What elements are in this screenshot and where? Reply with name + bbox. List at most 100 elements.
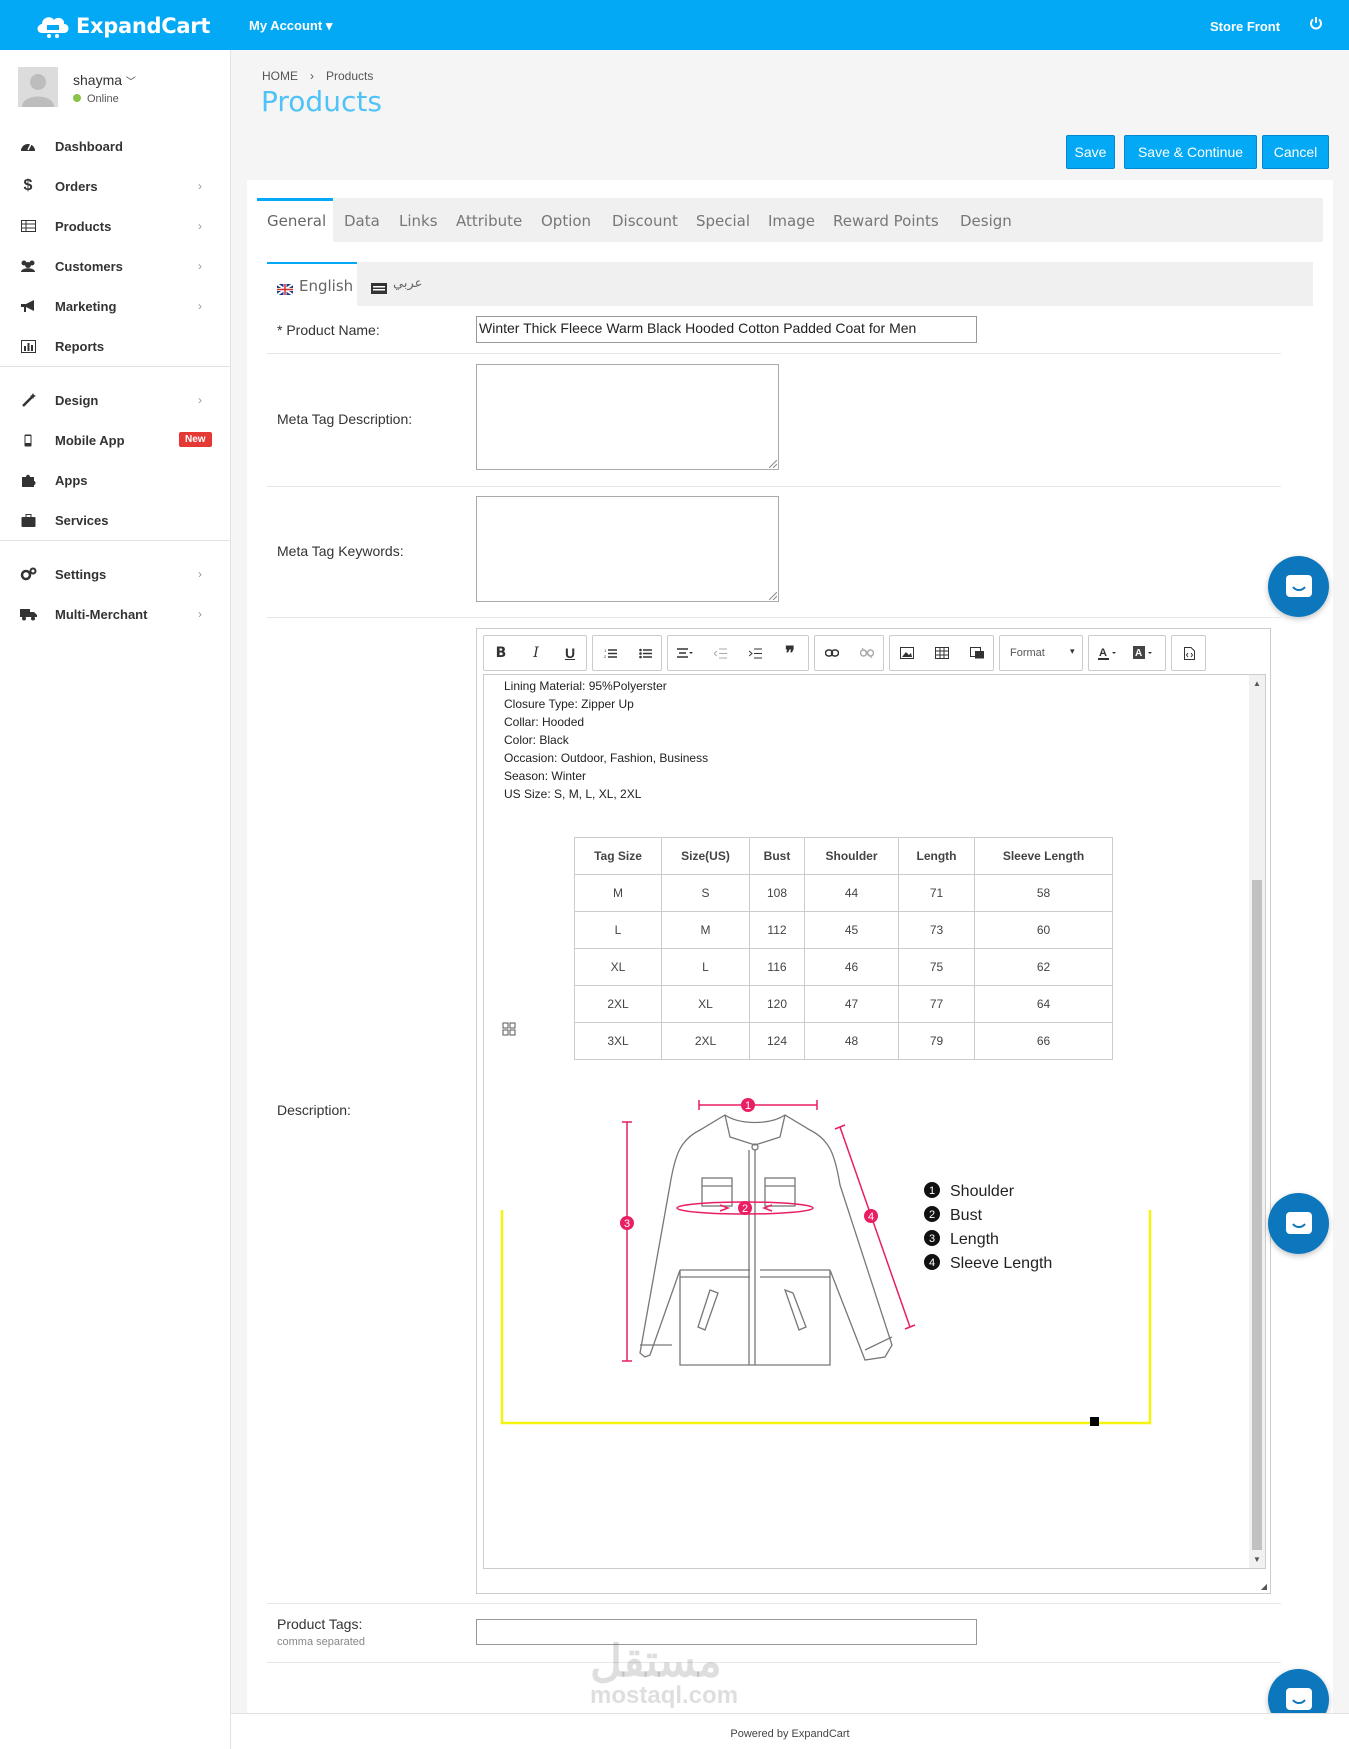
table-cell: 112	[749, 911, 805, 949]
table-insert-icon[interactable]	[925, 636, 959, 670]
svg-text:3: 3	[624, 1218, 630, 1230]
sidebar-item-products[interactable]: Products ›	[0, 206, 230, 246]
link-icon[interactable]	[815, 636, 849, 670]
svg-text:A: A	[1135, 648, 1142, 659]
uk-flag-icon	[276, 281, 294, 296]
format-dropdown-label: Format	[1010, 647, 1045, 659]
user-status: Online	[73, 93, 119, 105]
svg-text:2: 2	[742, 1203, 748, 1215]
page-title: Products	[261, 85, 382, 118]
chat-button[interactable]	[1268, 1193, 1329, 1254]
source-code-icon[interactable]	[1172, 636, 1206, 670]
store-front-link[interactable]: Store Front	[1210, 19, 1280, 34]
logo[interactable]: ExpandCart	[34, 11, 210, 41]
svg-text:1: 1	[745, 1100, 751, 1112]
underline-icon[interactable]: U	[553, 636, 587, 670]
table-cell: 73	[898, 911, 975, 949]
footer: Powered by ExpandCart	[231, 1713, 1349, 1749]
watermark-arabic: مستقل	[590, 1637, 722, 1686]
table-cell: M	[661, 911, 750, 949]
tab-arabic[interactable]: عربي	[371, 262, 422, 306]
indent-icon[interactable]	[738, 636, 772, 670]
sidebar-item-apps[interactable]: Apps	[0, 460, 230, 500]
chat-button[interactable]	[1268, 556, 1329, 617]
background-color-icon[interactable]: A	[1127, 636, 1161, 670]
product-name-input[interactable]: Winter Thick Fleece Warm Black Hooded Co…	[476, 316, 977, 343]
tab-data[interactable]: Data	[344, 198, 380, 242]
breadcrumb: HOME › Products	[262, 69, 373, 83]
italic-icon[interactable]: I	[519, 636, 553, 670]
power-icon[interactable]	[1309, 16, 1323, 35]
sidebar-item-multi-merchant[interactable]: Multi-Merchant ›	[0, 594, 230, 634]
outdent-icon[interactable]	[703, 636, 737, 670]
tab-image[interactable]: Image	[768, 198, 815, 242]
svg-text:A: A	[1099, 647, 1107, 659]
table-cell: 120	[749, 985, 805, 1023]
sidebar-item-services[interactable]: Services	[0, 500, 230, 540]
tab-attribute[interactable]: Attribute	[456, 198, 522, 242]
table-cell: 48	[804, 1022, 899, 1060]
scroll-down-icon[interactable]: ▼	[1253, 1555, 1261, 1564]
table-cell: 124	[749, 1022, 805, 1060]
meta-keywords-textarea[interactable]	[476, 496, 779, 602]
avatar[interactable]	[18, 67, 58, 107]
sidebar-item-label: Products	[55, 219, 112, 234]
sidebar-item-customers[interactable]: Customers ›	[0, 246, 230, 286]
ordered-list-icon[interactable]: 12	[593, 636, 627, 670]
svg-text:2: 2	[604, 654, 607, 659]
editor-resize-icon[interactable]: ◢	[1261, 1582, 1267, 1591]
editor-scrollbar[interactable]: ▲ ▼	[1249, 675, 1265, 1568]
my-account-menu[interactable]: My Account ▾	[249, 18, 332, 34]
unlink-icon[interactable]	[850, 636, 884, 670]
resize-handle-icon[interactable]	[769, 592, 777, 600]
toolbar-group-text: B I U	[483, 635, 587, 671]
tab-general[interactable]: General	[257, 198, 333, 242]
format-dropdown[interactable]: Format ▾	[999, 635, 1083, 671]
sidebar-item-settings[interactable]: Settings ›	[0, 554, 230, 594]
top-bar: ExpandCart My Account ▾ Store Front	[0, 0, 1349, 50]
editor-content-area[interactable]: Lining Material: 95%Polyerster Closure T…	[483, 674, 1266, 1569]
breadcrumb-home[interactable]: HOME	[262, 69, 298, 83]
product-tags-hint: comma separated	[277, 1636, 366, 1648]
user-name[interactable]: shayma ﹀	[73, 72, 136, 88]
tab-english[interactable]: English	[267, 262, 357, 306]
sidebar-divider	[0, 540, 230, 541]
table-row: M S 108 44 71 58	[574, 874, 1113, 912]
resize-handle-icon[interactable]	[769, 460, 777, 468]
sidebar-item-dashboard[interactable]: Dashboard	[0, 126, 230, 166]
font-color-icon[interactable]: A	[1091, 636, 1125, 670]
sidebar-item-label: Services	[55, 513, 109, 528]
sidebar-item-reports[interactable]: Reports	[0, 326, 230, 366]
tab-discount[interactable]: Discount	[612, 198, 678, 242]
tab-reward-points[interactable]: Reward Points	[833, 198, 939, 242]
save-continue-button[interactable]: Save & Continue	[1124, 135, 1257, 169]
tab-links[interactable]: Links	[399, 198, 438, 242]
description-line: Color: Black	[504, 733, 569, 747]
table-move-handle-icon[interactable]	[502, 1022, 516, 1041]
sidebar-item-mobile-app[interactable]: Mobile App New	[0, 420, 230, 460]
editor-toolbar: B I U 12 ❞ Format ▾ A A	[483, 635, 1266, 671]
unordered-list-icon[interactable]	[628, 636, 662, 670]
logo-text: ExpandCart	[76, 14, 211, 38]
tab-design[interactable]: Design	[960, 198, 1012, 242]
meta-description-textarea[interactable]	[476, 364, 779, 470]
sidebar-item-orders[interactable]: $ Orders ›	[0, 166, 230, 206]
sidebar-item-marketing[interactable]: Marketing ›	[0, 286, 230, 326]
toolbar-group-lists: 12	[592, 635, 662, 671]
size-guide-image[interactable]: 1 2 3 4 1 Shoulder 2 Bust 3 Length 4 Sle…	[500, 1095, 1180, 1435]
align-dropdown-icon[interactable]	[668, 636, 702, 670]
tab-option[interactable]: Option	[541, 198, 591, 242]
tab-english-label: English	[299, 277, 354, 295]
save-button[interactable]: Save	[1066, 135, 1115, 169]
scroll-thumb[interactable]	[1252, 880, 1262, 1550]
sidebar-item-label: Mobile App	[55, 433, 125, 448]
table-header: Sleeve Length	[974, 837, 1113, 875]
bold-icon[interactable]: B	[484, 636, 518, 670]
media-icon[interactable]	[960, 636, 994, 670]
scroll-up-icon[interactable]: ▲	[1253, 679, 1261, 688]
tab-special[interactable]: Special	[696, 198, 750, 242]
image-icon[interactable]	[890, 636, 924, 670]
cancel-button[interactable]: Cancel	[1262, 135, 1329, 169]
blockquote-icon[interactable]: ❞	[773, 636, 807, 670]
sidebar-item-design[interactable]: Design ›	[0, 380, 230, 420]
